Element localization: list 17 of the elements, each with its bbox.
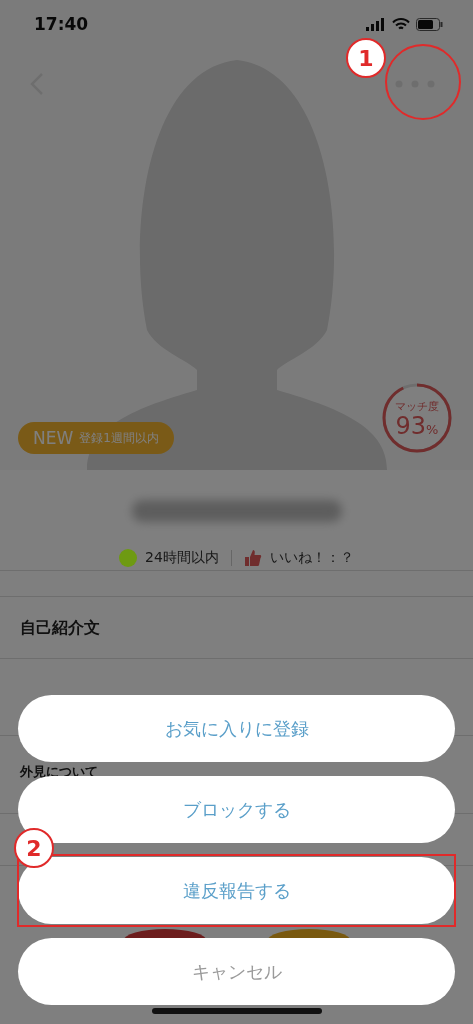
match-value: 93 (395, 413, 427, 438)
likes-text: いいね！：？ (269, 549, 354, 567)
thumbs-up-icon (243, 549, 262, 567)
action-button[interactable]: お気に入りに登録 (18, 695, 455, 762)
match-unit: % (426, 421, 439, 437)
wifi-icon (392, 17, 410, 31)
annotation-number: 2 (14, 828, 54, 868)
new-badge-text: 登録1週間以内 (79, 429, 159, 447)
new-label: NEW (33, 428, 74, 448)
online-text: 24時間以内 (145, 549, 219, 567)
signal-icon (366, 17, 386, 31)
match-label: マッチ度 (395, 398, 439, 414)
action-button[interactable]: 違反報告する (18, 857, 455, 924)
section-title: 自己紹介文 (20, 619, 100, 636)
cancel-button[interactable]: キャンセル (18, 938, 455, 1005)
battery-icon (416, 17, 443, 31)
status-time: 17:40 (34, 14, 89, 34)
